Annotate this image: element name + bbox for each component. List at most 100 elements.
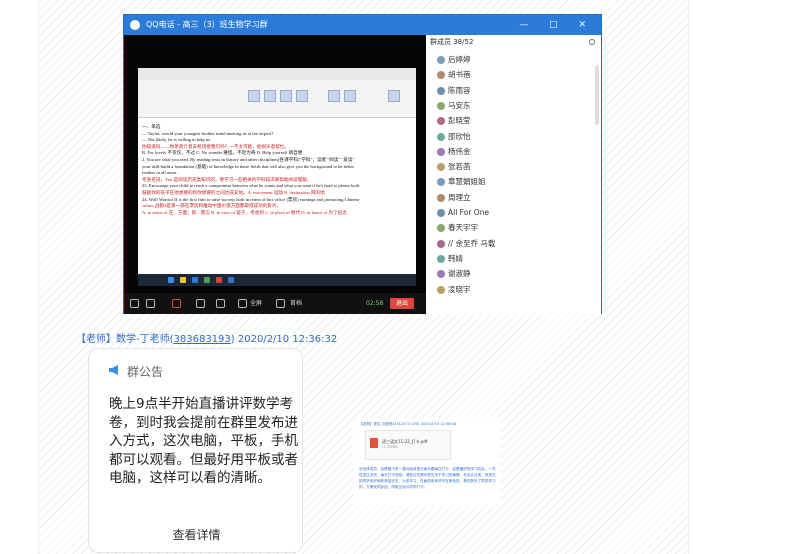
screen-share-video[interactable]: 一、单选 — Taylor, would your youngest brothe… xyxy=(124,35,426,314)
member-list-item[interactable]: 胡书蓓 xyxy=(437,68,471,82)
member-name: 邵欣怡 xyxy=(448,131,471,141)
document-line: 2. You are what you read. By reading tex… xyxy=(142,156,355,162)
avatar xyxy=(437,209,445,217)
member-name: 杨伟金 xyxy=(448,146,471,156)
avatar xyxy=(437,224,445,233)
exit-call-button[interactable]: 退出 xyxy=(390,298,414,309)
screen-icon[interactable] xyxy=(196,299,205,308)
maximize-button[interactable]: □ xyxy=(549,20,567,30)
fullscreen-icon[interactable] xyxy=(238,299,247,308)
microphone-icon[interactable] xyxy=(130,299,139,308)
document-text: 一、单选 — Taylor, would your youngest brothe… xyxy=(142,124,412,282)
taskbar-app-icon xyxy=(168,277,174,283)
document-line: 你知道吗——你弟弟介意去机场接我们吗？一不太可能，他很乐意帮忙。 xyxy=(142,143,290,149)
document-line: 一、单选 xyxy=(142,124,161,129)
search-icon[interactable] xyxy=(589,39,595,45)
document-line: — Not likely, he is willing to help us. xyxy=(142,137,212,143)
member-list-item[interactable]: 陈雨容 xyxy=(437,84,471,98)
member-name: 张若菡 xyxy=(448,162,471,172)
left-divider xyxy=(38,0,39,554)
view-details-link[interactable]: 查看详情 xyxy=(89,526,304,543)
member-list-item[interactable]: 谢淑静 xyxy=(437,267,471,281)
close-button[interactable]: ✕ xyxy=(578,20,595,30)
member-list-item[interactable]: // 余至乔 马载 xyxy=(437,237,496,251)
avatar xyxy=(437,193,445,202)
announcement-heading: 群公告 xyxy=(127,365,164,379)
document-ribbon xyxy=(138,80,416,118)
pdf-file-icon xyxy=(370,438,378,448)
share-icon[interactable] xyxy=(216,299,225,308)
call-control-bar: 全屏 首档 02:58 退出 xyxy=(124,293,426,314)
avatar xyxy=(437,178,445,187)
member-list-item[interactable]: 马安东 xyxy=(437,99,471,113)
document-title-bar xyxy=(138,68,416,80)
member-name: 凌晓宇 xyxy=(448,284,471,294)
record-icon[interactable] xyxy=(276,299,285,308)
member-panel: 群成员 38/52 后婷婷胡书蓓陈雨容 马安东彭晓莹邵欣怡杨伟金张若菡章慧娟姐姐周… xyxy=(426,35,601,314)
member-list-item[interactable]: 周理立 xyxy=(437,191,471,205)
member-list-item[interactable]: 彭晓莹 xyxy=(437,114,471,128)
qq-titlebar: QQ电话 - 高三（3）班生物学习群 — □ ✕ xyxy=(124,15,601,35)
document-line: values.战狼2是第一部在票房和推动中国价值方面都取得成功的影片。 xyxy=(142,203,282,209)
window-controls[interactable]: — □ ✕ xyxy=(519,15,595,35)
ribbon-icon xyxy=(388,90,400,102)
member-list-item[interactable]: All For One xyxy=(437,206,490,220)
sender-name: 【老师】数学-丁老师( xyxy=(76,334,174,345)
member-list-item[interactable]: 韩婧 xyxy=(437,252,463,266)
shared-document-window: 一、单选 — Taylor, would your youngest brothe… xyxy=(138,68,416,286)
taskbar-app-icon xyxy=(204,277,210,283)
avatar xyxy=(437,86,445,95)
avatar xyxy=(437,285,445,294)
member-name: 胡书蓓 xyxy=(448,70,471,80)
document-line: 考查名词。You 是阅读历史类知识的，要学习一些相关的学科知识来帮助阅读理解。 xyxy=(142,176,312,182)
member-name: 周理立 xyxy=(448,192,471,202)
member-name: All For One xyxy=(448,208,490,217)
document-line: 23. Encourage your child to reach a comp… xyxy=(142,183,361,189)
member-name: 后婷婷 xyxy=(448,55,471,64)
member-list-item[interactable]: 后婷婷 xyxy=(437,53,471,67)
camera-off-icon[interactable] xyxy=(172,299,181,308)
taskbar-app-icon xyxy=(216,277,222,283)
call-duration: 02:58 xyxy=(366,300,384,307)
qq-logo-icon xyxy=(130,20,140,30)
member-list-item[interactable]: 邵欣怡 xyxy=(437,130,471,144)
member-list-item[interactable]: 张若菡 xyxy=(437,160,471,174)
member-name: 彭晓莹 xyxy=(448,116,471,126)
member-count-header: 群成员 38/52 xyxy=(430,38,474,46)
speaker-icon[interactable] xyxy=(146,299,155,308)
qq-call-window: QQ电话 - 高三（3）班生物学习群 — □ ✕ 一、单选 — Taylor, w… xyxy=(123,14,602,314)
member-name: 春天宇宇 xyxy=(448,223,478,233)
screenshot-thumbnail[interactable]: 【老师】语文-刘老师(3312073 103) 2020/2/10 12:58:… xyxy=(353,418,501,506)
right-divider xyxy=(688,0,689,554)
avatar xyxy=(437,71,445,80)
member-scrollbar[interactable] xyxy=(595,65,599,125)
qq-window-title: QQ电话 - 高三（3）班生物学习群 xyxy=(146,20,268,29)
member-name: 韩婧 xyxy=(448,253,463,263)
member-name: 谢淑静 xyxy=(448,269,471,279)
member-list-item[interactable]: 杨伟金 xyxy=(437,145,471,159)
avatar xyxy=(437,163,445,172)
file-size: (2.35MB) xyxy=(382,445,398,449)
minimize-button[interactable]: — xyxy=(519,20,537,30)
document-line: 24. Wolf Warrior II is the first film to… xyxy=(142,196,360,202)
avatar xyxy=(437,239,445,248)
document-line: B. For lovely 不仅仅，不过 C. No wonder 难怪，不足为… xyxy=(142,150,303,156)
group-announcement-card[interactable]: 群公告 晚上9点半开始直播讲评数学考卷，到时我会提前在群里发布进入方式，这次电脑… xyxy=(88,348,303,553)
megaphone-icon xyxy=(109,365,118,375)
ribbon-icon xyxy=(328,90,340,102)
thumbnail-message-text: @全体成员，这是晚下来一课对阅读语文每天跟每日打卡，这是最好的学习机会，一次性发… xyxy=(359,467,496,489)
member-list-item[interactable]: 章慧娟姐姐 xyxy=(437,175,486,189)
sender-qq-link[interactable]: 383683193 xyxy=(174,334,231,345)
document-line: 鼓励你的孩子在他想要的和你想要的之间达成妥协。A. movement 运动 B.… xyxy=(142,189,325,195)
desktop-label[interactable]: 首档 xyxy=(290,293,302,314)
pdf-file-card[interactable]: 语三语文11-22_打卡.pdf (2.35MB) xyxy=(365,430,451,460)
member-list-item[interactable]: 春天宇宇 xyxy=(437,221,478,235)
avatar xyxy=(437,117,445,126)
member-list-item[interactable]: 凌晓宇 xyxy=(437,283,471,297)
fullscreen-label[interactable]: 全屏 xyxy=(250,293,262,314)
message-timestamp: ) 2020/2/10 12:36:32 xyxy=(230,334,338,345)
avatar xyxy=(437,101,445,110)
windows-taskbar xyxy=(138,274,416,286)
member-name: // 余至乔 马载 xyxy=(448,238,496,248)
ribbon-icon xyxy=(280,90,292,102)
